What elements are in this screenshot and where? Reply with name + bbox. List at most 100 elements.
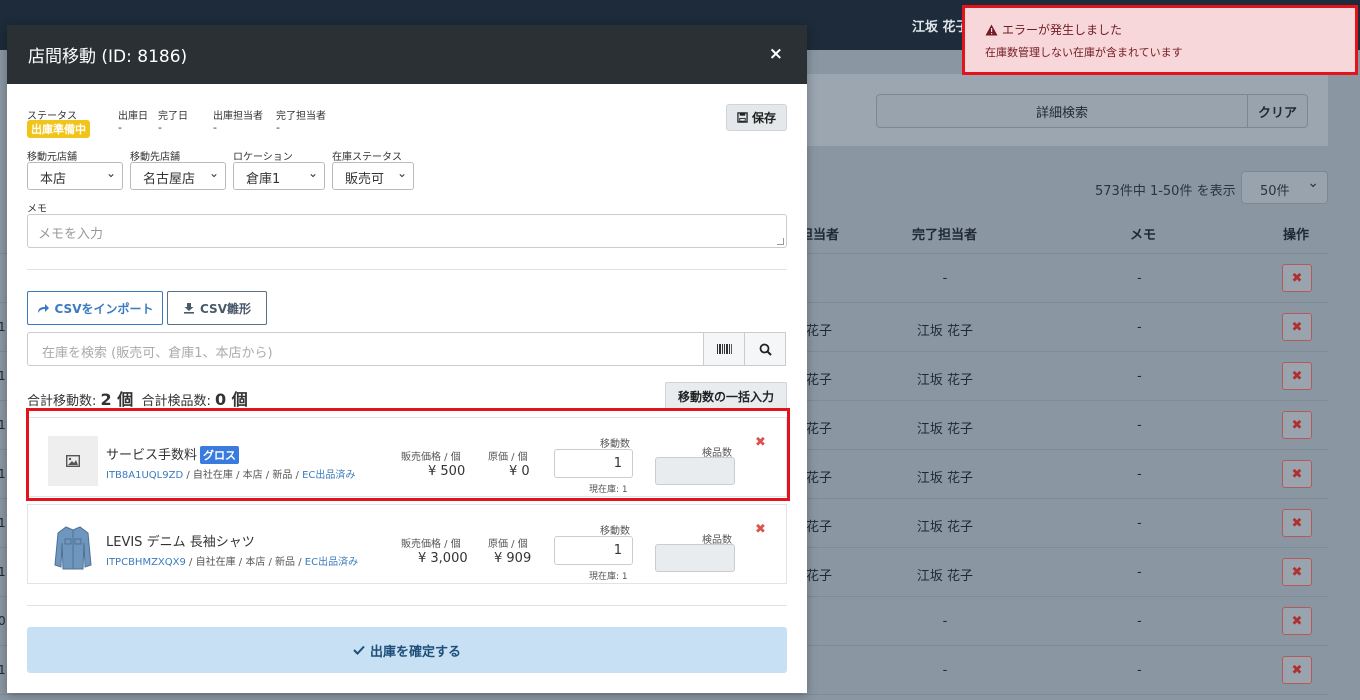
delete-button[interactable]: ✖ xyxy=(1282,411,1312,439)
search-button[interactable] xyxy=(744,332,786,366)
done-date-label: 完了日 xyxy=(158,111,188,122)
header-memo: メモ xyxy=(1130,228,1157,243)
to-store-select[interactable]: 名古屋店 ⌄ xyxy=(130,162,226,190)
stock-status-value: 販売可 xyxy=(345,172,385,187)
done-staff-value: - xyxy=(276,121,280,134)
delete-button[interactable]: ✖ xyxy=(1282,313,1312,341)
chevron-down-icon: ⌄ xyxy=(396,166,407,180)
item-meta-text: / 自社在庫 / 本店 / 新品 / xyxy=(185,557,305,568)
memo-textarea[interactable]: メモを入力 xyxy=(27,214,787,248)
header-done-staff: 完了担当者 xyxy=(912,228,978,243)
row-memo: - xyxy=(1137,271,1142,286)
barcode-button[interactable] xyxy=(703,332,745,366)
cost-value: ¥ 909 xyxy=(494,551,532,566)
share-arrow-icon xyxy=(37,303,49,313)
row-done-staff: - xyxy=(942,271,948,286)
from-store-label: 移動元店舗 xyxy=(27,152,77,163)
delete-button[interactable]: ✖ xyxy=(1282,558,1312,586)
row-done-staff: 江坂 花子 xyxy=(916,373,974,388)
ec-listed-link[interactable]: EC出品済み xyxy=(305,557,358,568)
row-left-cell: 1 xyxy=(0,418,6,432)
detail-search-button[interactable]: 詳細検索 xyxy=(876,94,1248,128)
location-label: ロケーション xyxy=(233,152,293,163)
delete-button[interactable]: ✖ xyxy=(1282,656,1312,684)
from-store-select[interactable]: 本店 ⌄ xyxy=(27,162,123,190)
row-memo: - xyxy=(1137,369,1142,384)
row-done-staff: 江坂 花子 xyxy=(916,422,974,437)
row-left-cell: 1 xyxy=(0,320,6,334)
total-move-value: 2 個 xyxy=(100,390,134,409)
csv-import-label: CSVをインポート xyxy=(54,301,154,316)
cost-label: 原価 / 個 xyxy=(488,539,528,550)
user-name[interactable]: 江坂 花子 xyxy=(912,16,969,35)
divider xyxy=(27,605,787,606)
remove-icon[interactable]: ✖ xyxy=(755,522,766,537)
qty-label: 移動数 xyxy=(600,526,630,537)
csv-import-button[interactable]: CSVをインポート xyxy=(27,291,163,325)
total-inspect-value: 0 個 xyxy=(215,390,248,409)
row-memo: - xyxy=(1137,320,1142,335)
row-left-cell: 1 xyxy=(0,369,6,383)
location-value: 倉庫1 xyxy=(246,172,281,187)
row-memo: - xyxy=(1137,467,1142,482)
clear-button[interactable]: クリア xyxy=(1247,94,1308,128)
ship-staff-value: - xyxy=(213,121,217,134)
error-toast: エラーが発生しました 在庫数管理しない在庫が含まれています xyxy=(962,5,1358,75)
row-left-cell: 1 xyxy=(0,565,6,579)
status-badge: 出庫準備中 xyxy=(27,120,90,138)
row-left-cell: 1 xyxy=(0,467,6,481)
delete-button[interactable]: ✖ xyxy=(1282,509,1312,537)
row-staff: 花子 xyxy=(806,471,833,486)
download-icon xyxy=(184,303,195,314)
to-store-value: 名古屋店 xyxy=(143,172,196,187)
price-value: ¥ 3,000 xyxy=(418,551,468,566)
stock-status-label: 在庫ステータス xyxy=(332,152,402,163)
row-done-staff: - xyxy=(942,614,948,629)
row-staff: 花子 xyxy=(806,422,833,437)
confirm-shipment-button[interactable]: 出庫を確定する xyxy=(27,627,787,673)
to-store-label: 移動先店舗 xyxy=(130,152,180,163)
toast-message: 在庫数管理しない在庫が含まれています xyxy=(985,46,1183,59)
delete-button[interactable]: ✖ xyxy=(1282,362,1312,390)
divider xyxy=(27,269,787,270)
current-stock: 現在庫: 1 xyxy=(589,572,628,582)
stock-status-select[interactable]: 販売可 ⌄ xyxy=(332,162,414,190)
location-select[interactable]: 倉庫1 ⌄ xyxy=(233,162,325,190)
row-memo: - xyxy=(1137,663,1142,678)
per-page-select[interactable]: 50件 xyxy=(1241,171,1328,204)
ship-date-label: 出庫日 xyxy=(118,111,148,122)
qty-input[interactable]: 1 xyxy=(554,536,633,565)
item-sku-link[interactable]: ITPCBHMZXQX9 xyxy=(106,557,186,568)
row-done-staff: 江坂 花子 xyxy=(916,569,974,584)
csv-template-button[interactable]: CSV雛形 xyxy=(167,291,267,325)
chevron-down-icon: ⌄ xyxy=(307,166,318,180)
error-highlight xyxy=(26,408,790,501)
inspect-input[interactable] xyxy=(655,544,735,572)
denim-shirt-icon xyxy=(48,523,98,573)
header-action: 操作 xyxy=(1283,228,1310,243)
delete-button[interactable]: ✖ xyxy=(1282,460,1312,488)
row-staff: 花子 xyxy=(806,373,833,388)
row-done-staff: 江坂 花子 xyxy=(916,471,974,486)
total-inspect-label: 合計検品数: xyxy=(141,394,211,409)
done-date-value: - xyxy=(158,121,162,134)
chevron-down-icon: ⌄ xyxy=(105,166,116,180)
row-staff: 花子 xyxy=(806,324,833,339)
row-staff: 花子 xyxy=(806,569,833,584)
item-name-text: LEVIS デニム 長袖シャツ xyxy=(106,535,255,550)
stock-search-input[interactable]: 在庫を検索 (販売可、倉庫1、本店から) xyxy=(27,332,704,366)
memo-label: メモ xyxy=(27,204,47,215)
search-icon xyxy=(759,343,772,356)
store-transfer-modal: 店間移動 (ID: 8186) × ステータス 出庫準備中 出庫日 - 完了日 … xyxy=(7,25,807,693)
row-left-cell: 0 xyxy=(0,614,6,628)
row-staff: 花子 xyxy=(806,520,833,535)
delete-button[interactable]: ✖ xyxy=(1282,607,1312,635)
delete-button[interactable]: ✖ xyxy=(1282,264,1312,292)
bulk-input-button[interactable]: 移動数の一括入力 xyxy=(665,382,787,410)
save-button[interactable]: 保存 xyxy=(726,104,787,131)
confirm-label: 出庫を確定する xyxy=(369,644,461,660)
row-memo: - xyxy=(1137,418,1142,433)
totals: 合計移動数: 2 個 合計検品数: 0 個 xyxy=(27,386,248,410)
item-meta: ITPCBHMZXQX9 / 自社在庫 / 本店 / 新品 / EC出品済み xyxy=(106,553,358,568)
result-count: 573件中 1-50件 を表示 xyxy=(1095,184,1236,199)
